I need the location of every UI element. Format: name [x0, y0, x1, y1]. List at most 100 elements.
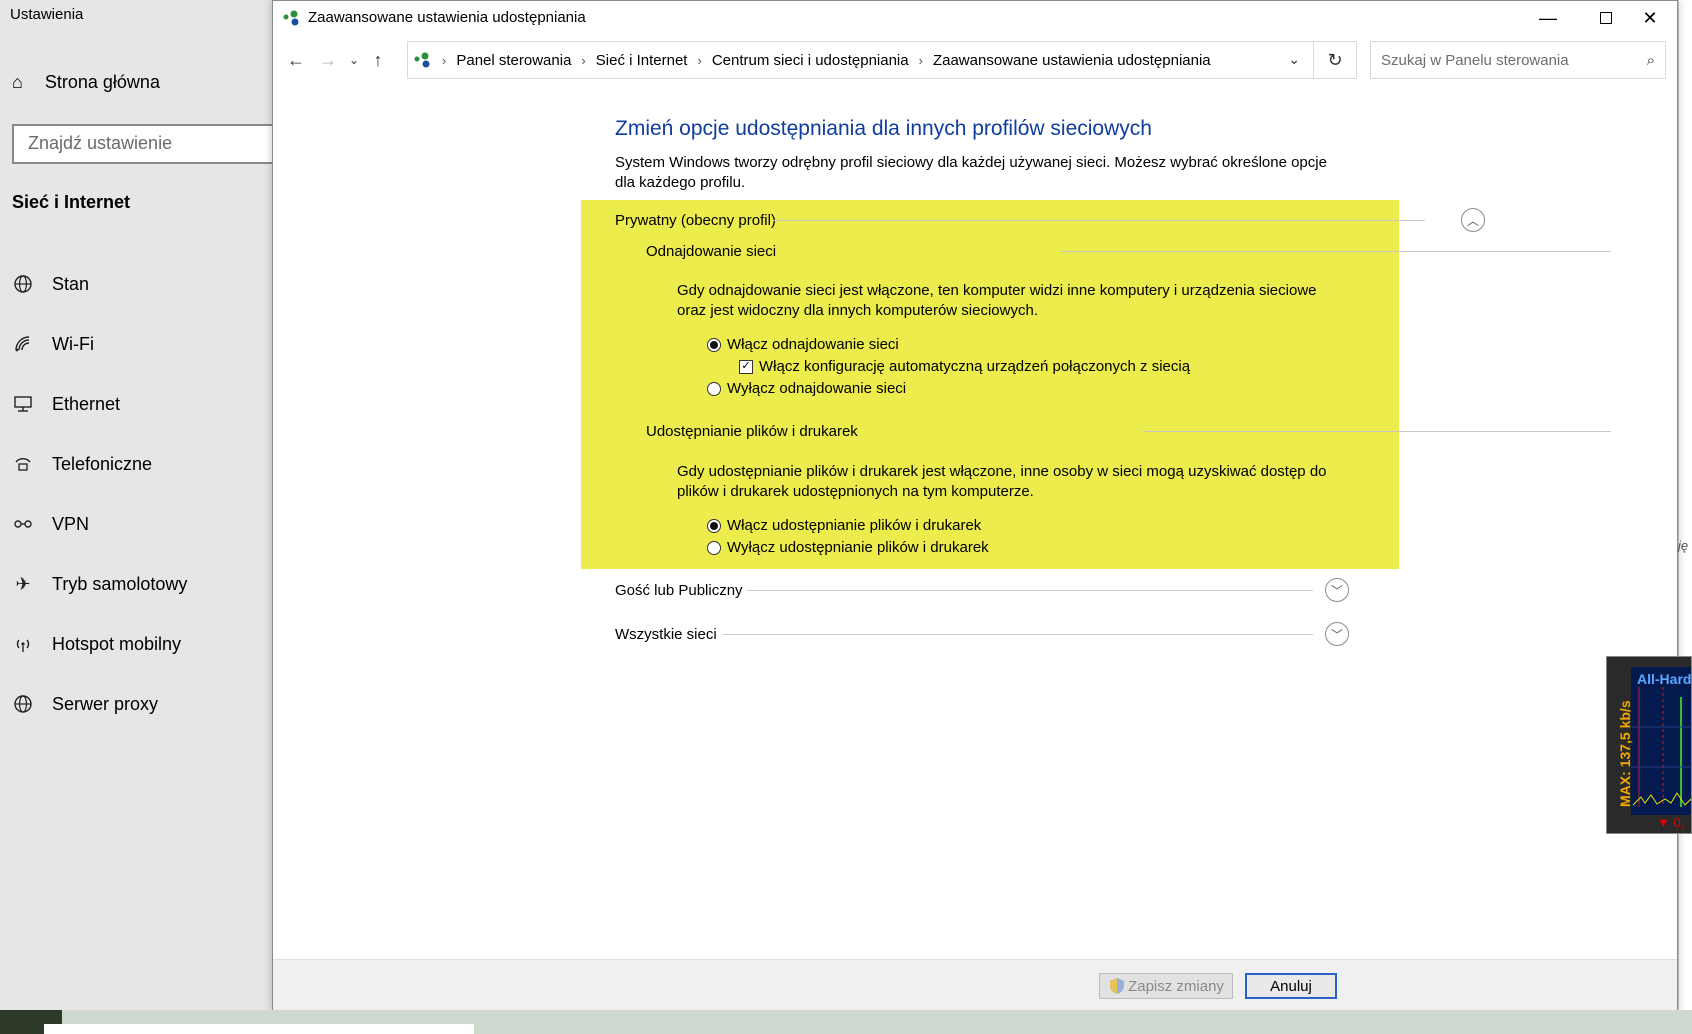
globe-icon [12, 273, 34, 295]
minimize-button[interactable]: — [1519, 1, 1577, 35]
gadget-down-label: ▼ 0, [1657, 815, 1685, 830]
discovery-off-option[interactable]: Wyłącz odnajdowanie sieci [707, 380, 906, 397]
file-sharing-off-label: Wyłącz udostępnianie plików i drukarek [727, 539, 989, 556]
close-button[interactable]: ✕ [1621, 1, 1679, 35]
file-sharing-off-radio[interactable] [707, 540, 721, 555]
settings-section-title: Sieć i Internet [12, 192, 131, 212]
checkmark-icon: ✓ [741, 360, 751, 372]
sidebar-item-tryb-samolotowy[interactable]: ✈ Tryb samolotowy [12, 554, 187, 614]
breadcrumb-separator-icon: › [697, 52, 702, 68]
discovery-on-option[interactable]: Włącz odnajdowanie sieci [707, 336, 899, 353]
address-dropdown-button[interactable]: ⌄ [1288, 51, 1300, 68]
breadcrumb-siec-i-internet[interactable]: Sieć i Internet [596, 52, 688, 69]
edge-text-fragment: ję [1678, 538, 1689, 553]
main-content: Zmień opcje udostępniania dla innych pro… [273, 83, 1677, 959]
back-button[interactable]: ← [283, 47, 309, 73]
settings-home-label: Strona główna [44, 72, 160, 92]
sidebar-item-telefoniczne[interactable]: Telefoniczne [12, 434, 187, 494]
wifi-icon [12, 333, 34, 355]
discovery-description: Gdy odnajdowanie sieci jest włączone, te… [677, 282, 1317, 319]
private-profile-header[interactable]: Prywatny (obecny profil) ︿ [615, 207, 1485, 233]
ethernet-icon [12, 393, 34, 415]
arrow-left-icon: ← [287, 49, 305, 70]
traffic-graph-icon [1631, 687, 1691, 807]
sidebar-item-label: Ethernet [52, 393, 121, 414]
uac-shield-icon [1110, 978, 1125, 994]
file-sharing-off-option[interactable]: Wyłącz udostępnianie plików i drukarek [707, 539, 989, 556]
sidebar-item-stan[interactable]: Stan [12, 254, 187, 314]
sidebar-item-label: Wi-Fi [52, 333, 94, 354]
file-sharing-title: Udostępnianie plików i drukarek [646, 423, 858, 440]
guest-profile-header[interactable]: Gość lub Publiczny ﹀ [615, 577, 1485, 603]
chevron-down-icon: ﹀ [1330, 627, 1343, 642]
settings-nav: Stan Wi-Fi Ethernet Telefoniczne VPN ✈ T… [12, 254, 187, 734]
breadcrumb-zaawansowane[interactable]: Zaawansowane ustawienia udostępniania [933, 52, 1211, 69]
settings-search-input[interactable]: Znajdź ustawienie [12, 124, 292, 164]
discovery-on-radio[interactable] [707, 337, 721, 352]
taskbar-search-area[interactable] [44, 1024, 474, 1034]
private-profile-title: Prywatny (obecny profil) [615, 211, 776, 229]
cancel-button[interactable]: Anuluj [1245, 973, 1337, 999]
breadcrumb-panel-sterowania[interactable]: Panel sterowania [456, 52, 571, 69]
address-bar[interactable]: › Panel sterowania › Sieć i Internet › C… [407, 41, 1357, 79]
chevron-down-icon: ⌄ [348, 53, 360, 67]
taskbar [0, 1010, 1692, 1034]
discovery-title: Odnajdowanie sieci [646, 243, 777, 260]
save-button[interactable]: Zapisz zmiany [1099, 973, 1233, 999]
search-input[interactable] [1381, 51, 1647, 69]
breadcrumb-centrum-sieci[interactable]: Centrum sieci i udostępniania [712, 52, 909, 69]
sidebar-item-wifi[interactable]: Wi-Fi [12, 314, 187, 374]
settings-home-link[interactable]: ⌂ Strona główna [12, 72, 160, 93]
discovery-on-label: Włącz odnajdowanie sieci [727, 336, 899, 353]
close-icon: ✕ [1642, 7, 1658, 28]
sharing-settings-window: Zaawansowane ustawienia udostępniania — … [272, 0, 1678, 1013]
airplane-icon: ✈ [15, 573, 31, 594]
network-graph [1631, 667, 1691, 815]
chevron-down-icon: ⌄ [1288, 51, 1300, 67]
sidebar-item-vpn[interactable]: VPN [12, 494, 187, 554]
title-bar: Zaawansowane ustawienia udostępniania — … [273, 1, 1677, 35]
desktop-edge [1678, 0, 1692, 1010]
sidebar-item-label: Serwer proxy [52, 693, 159, 714]
vpn-icon [12, 513, 34, 535]
search-icon[interactable]: ⌕ [1647, 52, 1655, 69]
all-networks-title: Wszystkie sieci [615, 625, 717, 643]
discovery-off-radio[interactable] [707, 381, 721, 396]
breadcrumb-separator-icon: › [918, 52, 923, 68]
page-description: System Windows tworzy odrębny profil sie… [615, 154, 1327, 191]
refresh-icon: ↻ [1327, 49, 1343, 70]
dialup-icon [12, 453, 34, 475]
up-button[interactable]: ↑ [365, 47, 391, 73]
proxy-globe-icon [12, 693, 34, 715]
collapse-private-button[interactable]: ︿ [1461, 208, 1485, 232]
file-sharing-on-option[interactable]: Włącz udostępnianie plików i drukarek [707, 517, 981, 534]
recent-locations-button[interactable]: ⌄ [341, 47, 367, 73]
file-sharing-on-radio[interactable] [707, 518, 721, 533]
discovery-off-label: Wyłącz odnajdowanie sieci [727, 380, 907, 397]
address-row: ← → ⌄ ↑ › Panel sterowania › Sieć i Inte… [273, 39, 1677, 83]
network-location-icon [414, 52, 430, 68]
file-sharing-on-label: Włącz udostępnianie plików i drukarek [727, 517, 982, 534]
sidebar-item-serwer-proxy[interactable]: Serwer proxy [12, 674, 187, 734]
all-networks-header[interactable]: Wszystkie sieci ﹀ [615, 621, 1485, 647]
sidebar-item-label: Hotspot mobilny [52, 633, 182, 654]
control-panel-search[interactable]: ⌕ [1370, 41, 1666, 79]
refresh-button[interactable]: ↻ [1313, 41, 1357, 79]
page-title: Zmień opcje udostępniania dla innych pro… [615, 117, 1152, 140]
expand-all-networks-button[interactable]: ﹀ [1325, 622, 1349, 646]
auto-config-option[interactable]: ✓ Włącz konfigurację automatyczną urządz… [739, 358, 1190, 375]
sidebar-item-ethernet[interactable]: Ethernet [12, 374, 187, 434]
divider [1061, 251, 1611, 252]
forward-button[interactable]: → [315, 47, 341, 73]
expand-guest-button[interactable]: ﹀ [1325, 578, 1349, 602]
save-label: Zapisz zmiany [1128, 977, 1224, 995]
auto-config-checkbox[interactable]: ✓ [739, 359, 753, 374]
network-meter-gadget: All-Hard MAX: 137,5 kb/s ▼ 0, [1606, 656, 1692, 834]
hotspot-icon [12, 633, 34, 655]
breadcrumb-separator-icon: › [581, 52, 586, 68]
auto-config-label: Włącz konfigurację automatyczną urządzeń… [759, 358, 1191, 375]
sidebar-item-hotspot[interactable]: Hotspot mobilny [12, 614, 187, 674]
home-icon: ⌂ [12, 72, 23, 92]
sidebar-item-label: Telefoniczne [52, 453, 153, 474]
window-title: Zaawansowane ustawienia udostępniania [308, 9, 586, 26]
